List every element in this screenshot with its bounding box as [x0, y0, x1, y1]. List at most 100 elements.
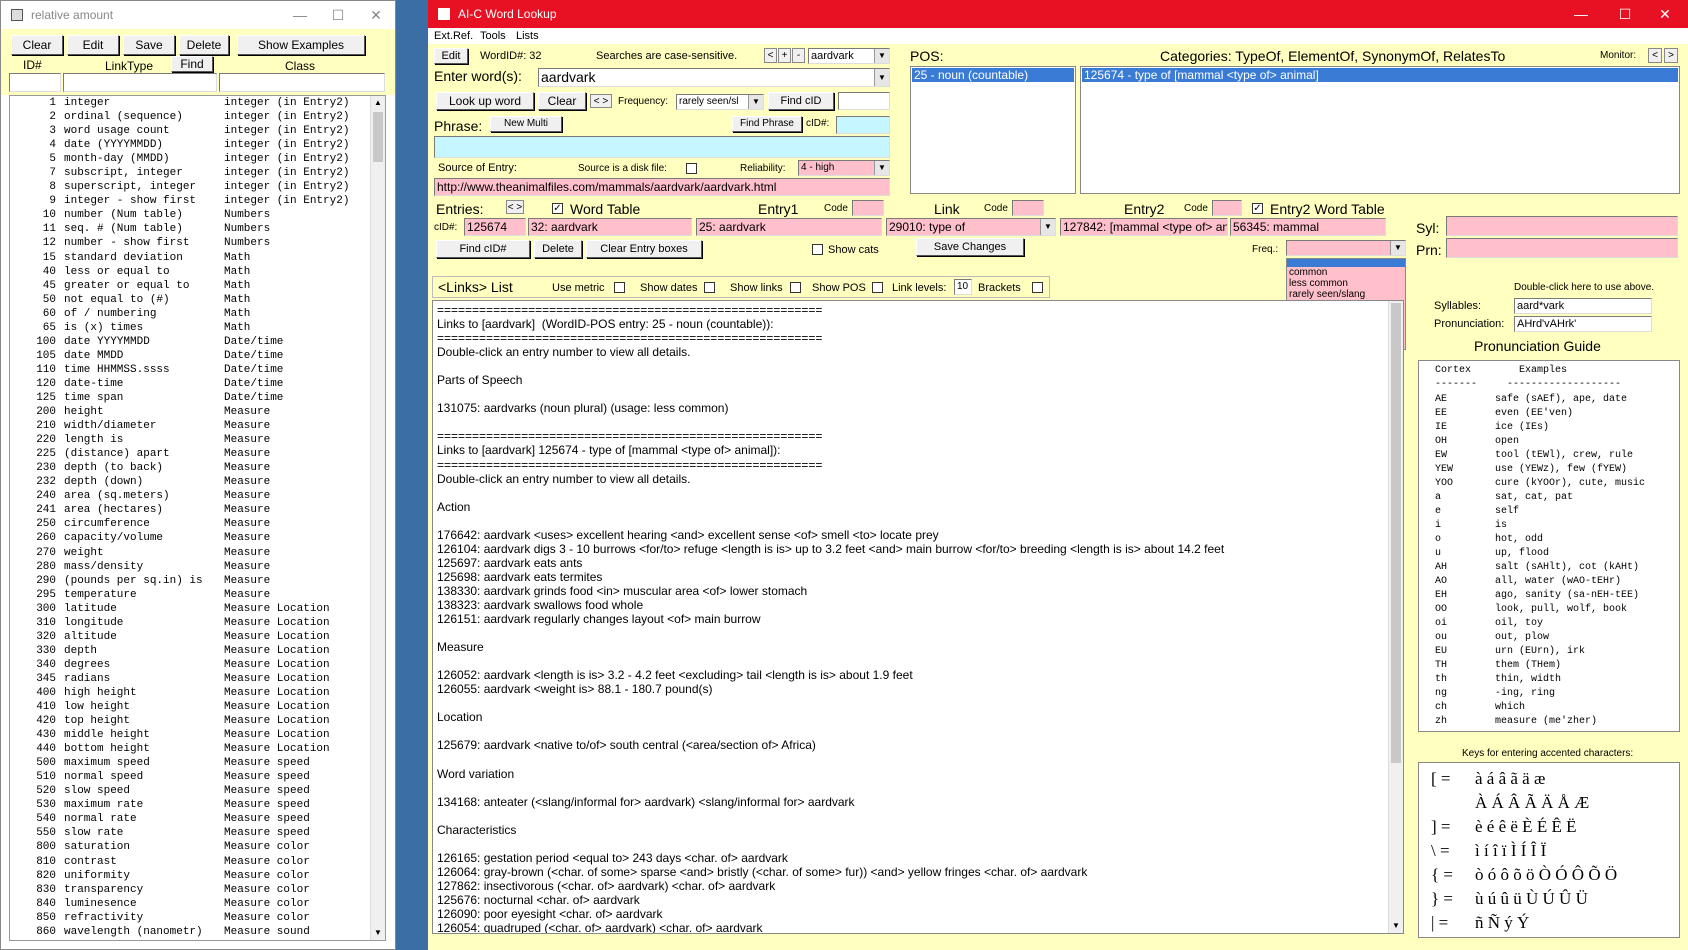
pronunciation-input[interactable]: AHrd'vAHrk'	[1514, 316, 1652, 332]
table-row[interactable]: 10 number (Num table) Numbers	[10, 208, 371, 222]
show-dates-checkbox[interactable]	[704, 282, 715, 293]
table-row[interactable]: 220 length is Measure	[10, 433, 371, 447]
find-cid2-button[interactable]: Find cID#	[436, 240, 530, 258]
table-row[interactable]: 1 integer integer (in Entry2)	[10, 96, 371, 110]
table-row[interactable]: 12 number - show first Numbers	[10, 236, 371, 250]
syl-input[interactable]	[1446, 216, 1678, 236]
enter-words-input[interactable]: aardvark ▼	[538, 68, 890, 87]
table-row[interactable]: 810 contrast Measure color	[10, 855, 371, 869]
find-cid-button[interactable]: Find cID	[768, 92, 834, 110]
scroll-thumb[interactable]	[373, 112, 383, 162]
close-icon[interactable]: ✕	[1646, 0, 1684, 28]
freq-option[interactable]: common	[1289, 267, 1405, 278]
phrase-cid-input[interactable]	[836, 116, 890, 134]
links-spacer[interactable]	[437, 753, 1387, 767]
pos-item[interactable]: 25 - noun (countable)	[912, 68, 1074, 82]
links-spacer[interactable]	[437, 514, 1387, 528]
links-line[interactable]: ========================================…	[437, 331, 1387, 345]
entry2-code-input[interactable]	[1212, 200, 1242, 216]
links-line[interactable]: Action	[437, 500, 1387, 514]
links-line[interactable]: 126055: aardvark <weight is> 88.1 - 180.…	[437, 682, 1387, 696]
chevron-down-icon[interactable]: ▼	[874, 161, 889, 175]
close-icon[interactable]: ✕	[357, 1, 395, 29]
left-titlebar[interactable]: relative amount — ☐ ✕	[1, 1, 395, 29]
chevron-down-icon[interactable]: ▼	[874, 49, 889, 63]
links-line[interactable]: Measure	[437, 640, 1387, 654]
links-scrollbar[interactable]: ▼	[1388, 301, 1403, 933]
links-line[interactable]: 125697: aardvark eats ants	[437, 556, 1387, 570]
link-combo[interactable]: 29010: type of ▼	[886, 218, 1056, 236]
cid-input[interactable]: 125674	[464, 218, 526, 236]
table-row[interactable]: 3 word usage count integer (in Entry2)	[10, 124, 371, 138]
table-row[interactable]: 60 of / numbering Math	[10, 307, 371, 321]
show-examples-button[interactable]: Show Examples	[237, 35, 365, 55]
minimize-icon[interactable]: —	[1562, 0, 1600, 28]
links-line[interactable]: 126090: poor eyesight <char. of> aardvar…	[437, 907, 1387, 921]
table-row[interactable]: 270 weight Measure	[10, 546, 371, 560]
phrase-input[interactable]	[434, 136, 890, 158]
table-row[interactable]: 420 top height Measure Location	[10, 714, 371, 728]
show-pos-checkbox[interactable]	[872, 282, 883, 293]
find-phrase-button[interactable]: Find Phrase	[732, 116, 802, 132]
table-row[interactable]: 7 subscript, integer integer (in Entry2)	[10, 166, 371, 180]
table-row[interactable]: 400 high height Measure Location	[10, 686, 371, 700]
table-row[interactable]: 210 width/diameter Measure	[10, 419, 371, 433]
table-row[interactable]: 830 transparency Measure color	[10, 883, 371, 897]
links-line[interactable]: 126064: gray-brown (<char. of some> spar…	[437, 865, 1387, 879]
table-row[interactable]: 440 bottom height Measure Location	[10, 742, 371, 756]
word-entry-input[interactable]: 32: aardvark	[528, 218, 692, 236]
table-row[interactable]: 105 date MMDD Date/time	[10, 349, 371, 363]
use-metric-checkbox[interactable]	[614, 282, 625, 293]
table-row[interactable]: 45 greater or equal to Math	[10, 279, 371, 293]
monitor-prev-button[interactable]: <	[1648, 48, 1662, 63]
scroll-thumb[interactable]	[1391, 303, 1401, 763]
links-line[interactable]: ========================================…	[437, 303, 1387, 317]
entries-arrows-button[interactable]: < >	[506, 200, 524, 214]
table-row[interactable]: 410 low height Measure Location	[10, 700, 371, 714]
show-links-checkbox[interactable]	[790, 282, 801, 293]
links-spacer[interactable]	[437, 837, 1387, 851]
table-row[interactable]: 100 date YYYYMMDD Date/time	[10, 335, 371, 349]
table-row[interactable]: 11 seq. # (Num table) Numbers	[10, 222, 371, 236]
maximize-icon[interactable]: ☐	[1606, 0, 1644, 28]
id-filter-input[interactable]	[9, 73, 61, 92]
table-row[interactable]: 295 temperature Measure	[10, 588, 371, 602]
main-titlebar[interactable]: AI-C Word Lookup — ☐ ✕	[428, 0, 1688, 28]
links-line[interactable]: 126054: quadruped (<char. of> aardvark) …	[437, 921, 1387, 933]
link-type-list[interactable]: 1 integer integer (in Entry2) 2 ordinal (seq…	[9, 95, 386, 941]
clear-button[interactable]: Clear	[538, 92, 586, 110]
table-row[interactable]: 520 slow speed Measure speed	[10, 784, 371, 798]
links-line[interactable]: 126104: aardvark digs 3 - 10 burrows <fo…	[437, 542, 1387, 556]
links-line[interactable]: 126165: gestation period <equal to> 243 …	[437, 851, 1387, 865]
add-word-button[interactable]: +	[778, 48, 791, 63]
table-row[interactable]: 280 mass/density Measure	[10, 560, 371, 574]
links-line[interactable]: 134168: anteater (<slang/informal for> a…	[437, 795, 1387, 809]
table-row[interactable]: 2 ordinal (sequence) integer (in Entry2)	[10, 110, 371, 124]
table-row[interactable]: 241 area (hectares) Measure	[10, 503, 371, 517]
links-line[interactable]: Links to [aardvark] (WordID-POS entry: 2…	[437, 317, 1387, 331]
reliability-combo[interactable]: 4 - high ▼	[798, 160, 890, 176]
table-row[interactable]: 40 less or equal to Math	[10, 265, 371, 279]
prn-input[interactable]	[1446, 238, 1678, 258]
table-row[interactable]: 250 circumference Measure	[10, 517, 371, 531]
class-filter-input[interactable]	[219, 73, 385, 92]
links-line[interactable]: 138323: aardvark swallows food whole	[437, 598, 1387, 612]
link-code-input[interactable]	[1012, 200, 1044, 216]
word-table-checkbox[interactable]: ✓	[552, 203, 563, 214]
linktype-filter-input[interactable]	[63, 73, 217, 92]
links-line[interactable]: ========================================…	[437, 458, 1387, 472]
freq-option[interactable]: rarely seen/slang	[1289, 289, 1405, 300]
table-row[interactable]: 540 normal rate Measure speed	[10, 812, 371, 826]
left-edit-button[interactable]: Edit	[67, 35, 119, 55]
table-row[interactable]: 510 normal speed Measure speed	[10, 770, 371, 784]
links-spacer[interactable]	[437, 809, 1387, 823]
freq-option[interactable]: less common	[1289, 278, 1405, 289]
links-line[interactable]: Characteristics	[437, 823, 1387, 837]
table-row[interactable]: 9 integer - show first integer (in Entry2)	[10, 194, 371, 208]
table-row[interactable]: 225 (distance) apart Measure	[10, 447, 371, 461]
links-spacer[interactable]	[437, 415, 1387, 429]
table-row[interactable]: 840 luminesence Measure color	[10, 897, 371, 911]
links-spacer[interactable]	[437, 359, 1387, 373]
table-row[interactable]: 200 height Measure	[10, 405, 371, 419]
links-spacer[interactable]	[437, 654, 1387, 668]
